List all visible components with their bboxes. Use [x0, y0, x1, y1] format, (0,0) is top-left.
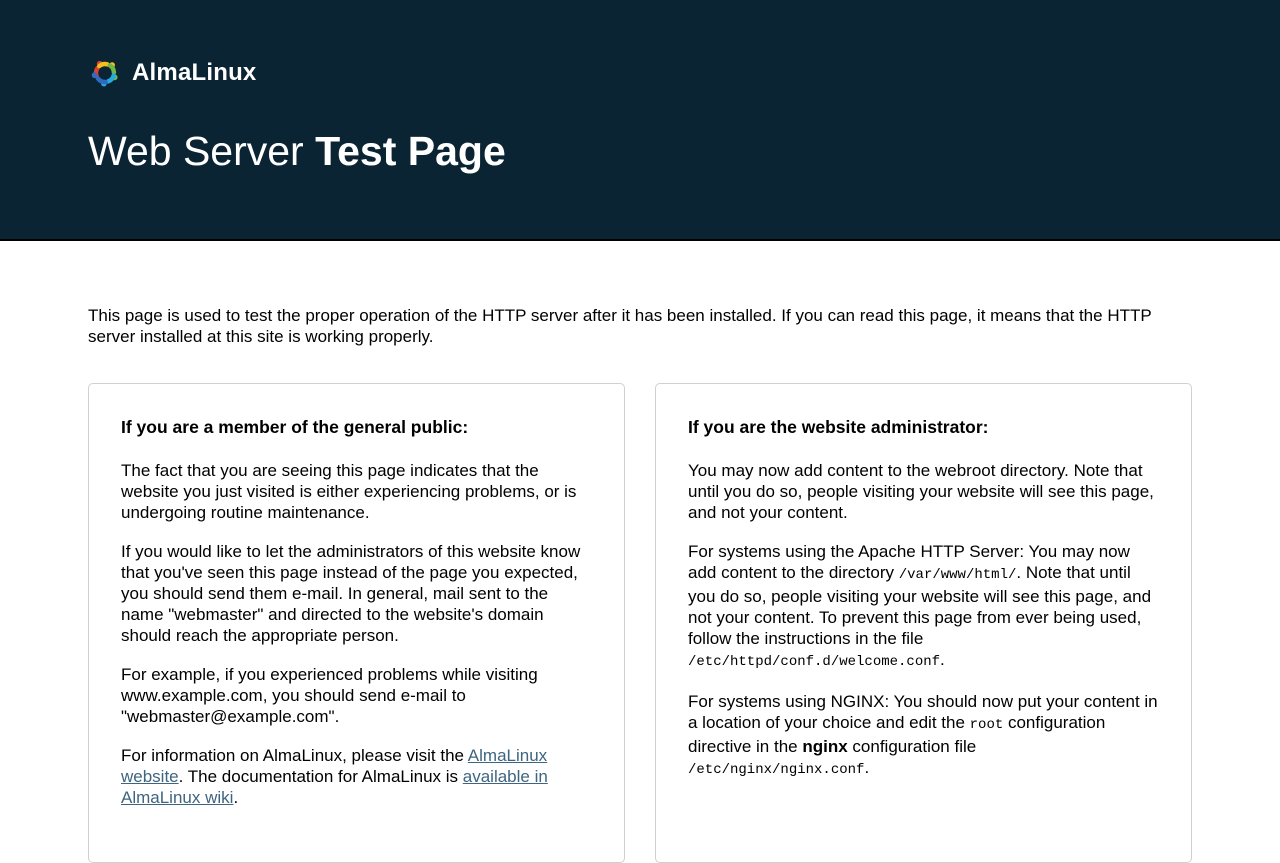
main-content: This page is used to test the proper ope… — [0, 241, 1280, 863]
mono-path: /var/www/html/ — [898, 567, 1017, 583]
text-run: For example, if you experienced problems… — [121, 665, 538, 726]
paragraph: The fact that you are seeing this page i… — [121, 460, 592, 523]
page-title: Web Server Test Page — [88, 128, 1192, 174]
paragraph: For example, if you experienced problems… — [121, 664, 592, 727]
card-general-public-body: The fact that you are seeing this page i… — [121, 460, 592, 808]
bold-text: nginx — [802, 737, 848, 756]
page-header: AlmaLinux Web Server Test Page — [0, 0, 1280, 241]
almalinux-logo-icon — [88, 57, 122, 89]
almalinux-logo-text: AlmaLinux — [132, 59, 257, 86]
text-run: configuration file — [847, 737, 977, 756]
card-general-public-heading: If you are a member of the general publi… — [121, 417, 469, 437]
paragraph: If you would like to let the administrat… — [121, 541, 592, 646]
text-run: For information on AlmaLinux, please vis… — [121, 746, 468, 765]
text-run: . — [940, 650, 945, 669]
text-run: The fact that you are seeing this page i… — [121, 461, 577, 522]
text-run: . The documentation for AlmaLinux is — [178, 767, 463, 786]
text-run: You may now add content to the webroot d… — [688, 461, 1154, 522]
card-website-administrator: If you are the website administrator: Yo… — [655, 383, 1192, 863]
card-website-administrator-heading: If you are the website administrator: — [688, 417, 989, 437]
page-title-bold: Test Page — [315, 128, 506, 174]
paragraph: For systems using NGINX: You should now … — [688, 691, 1159, 781]
almalinux-logo: AlmaLinux — [88, 57, 1192, 89]
text-run: . — [233, 788, 239, 807]
intro-paragraph: This page is used to test the proper ope… — [88, 306, 1152, 346]
paragraph: You may now add content to the webroot d… — [688, 460, 1159, 523]
mono-path: root — [969, 717, 1004, 733]
paragraph: For information on AlmaLinux, please vis… — [121, 745, 592, 808]
card-website-administrator-body: You may now add content to the webroot d… — [688, 460, 1159, 781]
page-title-regular: Web Server — [88, 128, 316, 174]
paragraph: For systems using the Apache HTTP Server… — [688, 541, 1159, 673]
text-run: . — [864, 758, 870, 777]
card-general-public: If you are a member of the general publi… — [88, 383, 625, 863]
mono-path: /etc/nginx/nginx.conf — [688, 762, 865, 778]
mono-path: /etc/httpd/conf.d/welcome.conf — [688, 654, 941, 670]
text-run: If you would like to let the administrat… — [121, 542, 581, 645]
info-cards: If you are a member of the general publi… — [88, 383, 1192, 863]
